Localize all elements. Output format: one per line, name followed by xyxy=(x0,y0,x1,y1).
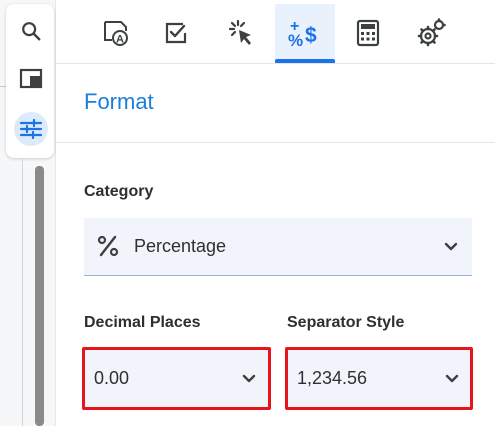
svg-text:%: % xyxy=(288,31,303,49)
side-toolbar-card xyxy=(6,4,54,158)
category-value: Percentage xyxy=(134,236,227,256)
scrollbar[interactable] xyxy=(35,166,44,426)
tab-validation[interactable] xyxy=(146,4,206,61)
category-select[interactable]: Percentage xyxy=(84,218,472,276)
tab-text-format[interactable]: A xyxy=(86,4,146,61)
calculator-icon xyxy=(356,19,380,46)
sliders-icon xyxy=(19,118,43,140)
tab-bar: A + % $ xyxy=(56,0,495,64)
settings-gears-icon xyxy=(417,17,446,46)
number-format-icon: + % $ xyxy=(288,18,317,49)
highlight-box xyxy=(285,347,473,410)
search-icon xyxy=(22,22,41,41)
svg-text:$: $ xyxy=(305,24,317,47)
left-toolbar xyxy=(0,0,56,426)
svg-text:A: A xyxy=(116,33,124,45)
divider xyxy=(56,142,495,143)
panel-toggle-button[interactable] xyxy=(14,62,48,96)
properties-button[interactable] xyxy=(14,112,48,146)
decimal-places-label: Decimal Places xyxy=(84,314,201,331)
divider xyxy=(22,158,23,426)
tab-calculation[interactable] xyxy=(338,4,398,61)
chevron-down-icon xyxy=(444,242,458,251)
checkbox-icon xyxy=(165,22,187,43)
category-label: Category xyxy=(84,183,154,200)
panel-icon xyxy=(19,68,43,89)
separator-style-label: Separator Style xyxy=(287,314,405,331)
highlight-box xyxy=(82,347,271,410)
search-button[interactable] xyxy=(14,14,48,48)
tab-number-format[interactable]: + % $ xyxy=(275,4,335,63)
tab-actions[interactable] xyxy=(211,4,271,61)
format-text-icon: A xyxy=(104,20,128,46)
panel-title: Format xyxy=(84,89,154,114)
tab-settings[interactable] xyxy=(401,4,461,61)
click-icon xyxy=(228,19,251,45)
percent-icon xyxy=(97,235,119,257)
